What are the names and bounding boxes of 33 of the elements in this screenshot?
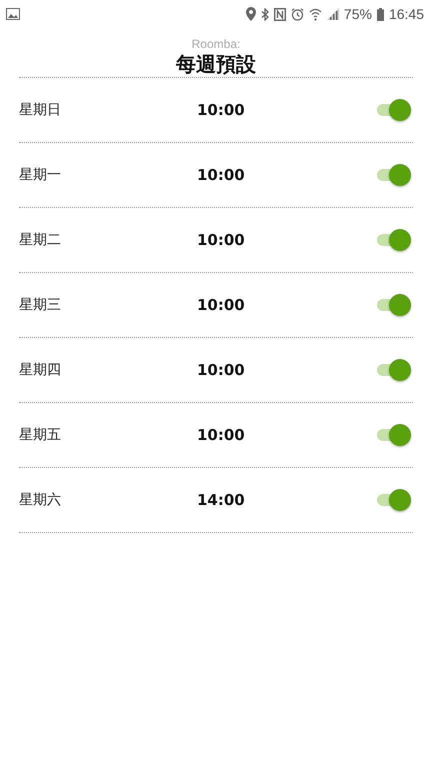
schedule-time[interactable]: 10:00 [179,101,377,119]
wifi-icon [308,8,322,20]
battery-percentage: 75% [344,6,372,22]
page-title: 每週預設 [176,51,256,77]
device-subtitle: Roomba: [192,37,240,51]
toggle-switch[interactable] [377,164,411,186]
schedule-time[interactable]: 10:00 [179,296,377,314]
toggle-switch[interactable] [377,359,411,381]
day-label: 星期一 [19,166,62,184]
schedule-time[interactable]: 14:00 [179,491,377,509]
day-label: 星期三 [19,296,62,314]
bluetooth-icon [260,8,269,20]
toggle-switch[interactable] [377,489,411,511]
toggle-switch[interactable] [377,424,411,446]
alarm-icon [290,8,304,20]
day-label: 星期五 [19,426,62,444]
clock-time: 16:45 [388,6,424,22]
schedule-time[interactable]: 10:00 [179,231,377,249]
day-label: 星期四 [19,361,62,379]
schedule-time[interactable]: 10:00 [179,426,377,444]
schedule-time[interactable]: 10:00 [179,361,377,379]
schedule-time[interactable]: 10:00 [179,166,377,184]
signal-icon [326,8,339,20]
toggle-switch[interactable] [377,229,411,251]
day-label: 星期日 [19,101,62,119]
toggle-switch[interactable] [377,99,411,121]
toggle-switch[interactable] [377,294,411,316]
day-label: 星期二 [19,231,62,249]
nfc-icon [274,8,286,20]
day-label: 星期六 [19,491,62,509]
location-icon [246,7,256,21]
image-icon [6,8,20,20]
battery-icon [376,8,384,20]
